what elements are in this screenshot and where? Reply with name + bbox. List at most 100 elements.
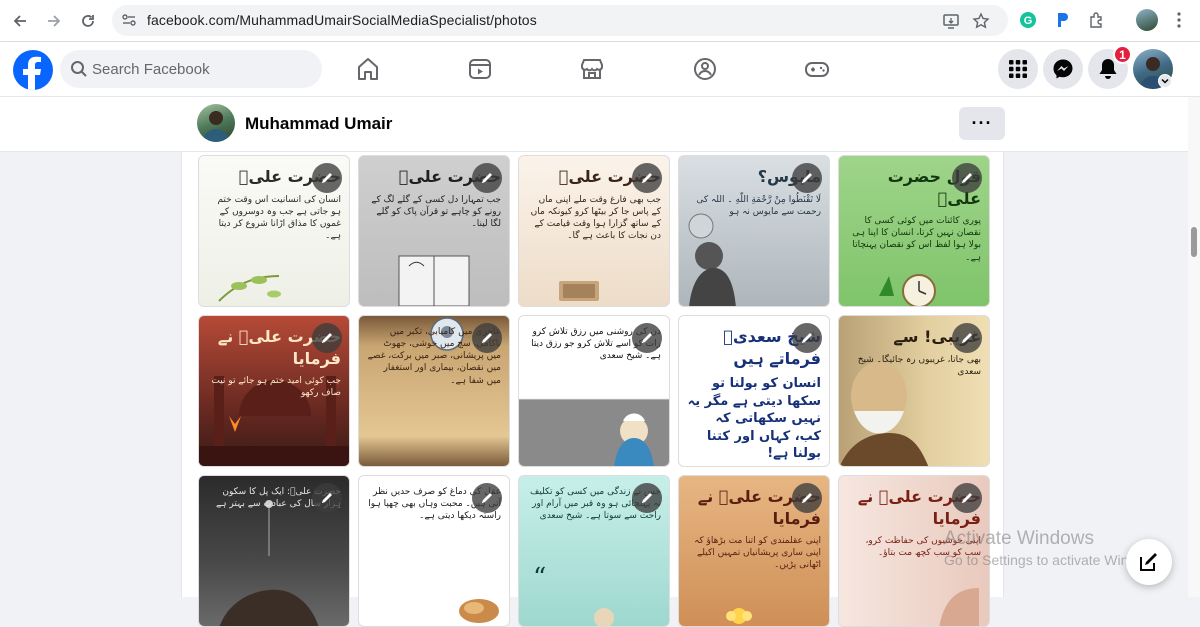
marketplace-tab[interactable] bbox=[578, 55, 606, 83]
photo-tile[interactable]: حضرت علیؑ نے فرمایا اپنی خوشیوں کی حفاظت … bbox=[838, 475, 990, 627]
video-tab[interactable] bbox=[466, 55, 494, 83]
edit-photo-button[interactable] bbox=[632, 163, 662, 193]
more-options-button[interactable]: ··· bbox=[959, 107, 1005, 140]
forward-button[interactable] bbox=[41, 8, 67, 34]
photo-tile[interactable]: شیخ سعدیؒ فرماتے ہیں انسان کو بولنا تو سک… bbox=[678, 315, 830, 467]
address-bar[interactable]: facebook.com/MuhammadUmairSocialMediaSpe… bbox=[112, 5, 1008, 36]
facebook-header: 1 bbox=[0, 42, 1200, 97]
reload-icon bbox=[82, 15, 94, 27]
groups-icon bbox=[694, 58, 716, 80]
pencil-icon bbox=[642, 173, 652, 183]
search-icon bbox=[71, 61, 87, 77]
url-text[interactable]: facebook.com/MuhammadUmairSocialMediaSpe… bbox=[147, 12, 537, 28]
photos-grid: حضرت علیؑ انسان کی انسانیت اس وقت ختم ہو … bbox=[181, 152, 1004, 627]
photo-tile[interactable]: دن کی روشنی میں رزق تلاش کرو رات کو اسے … bbox=[518, 315, 670, 467]
site-settings-icon[interactable] bbox=[120, 11, 138, 29]
photo-tile[interactable]: حضرت علیؑ نے فرمایا جب کوئی امید ختم ہو ج… bbox=[198, 315, 350, 467]
photo-tile[interactable]: “جس نے زندگی میں کسی کو تکلیف نہ پہنچائی… bbox=[518, 475, 670, 627]
browser-toolbar: facebook.com/MuhammadUmairSocialMediaSpe… bbox=[0, 0, 1200, 42]
photo-body-text: جب تمہارا دل کسی کے گلے لگ کے رونے کو چا… bbox=[371, 194, 501, 229]
photo-tile[interactable]: عاجزی میں کامیابی، تکبر میں ناکامی، سچ م… bbox=[358, 315, 510, 467]
photo-body-text: جب بھی فارغ وقت ملے اپنی ماں کے پاس جا ک… bbox=[530, 194, 661, 242]
groups-tab[interactable] bbox=[691, 55, 719, 83]
pencil-icon bbox=[322, 333, 332, 343]
photo-tile[interactable]: عقل کی دماغ کو صرف حدیں نظر آتی ہیں۔ محب… bbox=[358, 475, 510, 627]
search-input[interactable] bbox=[92, 50, 312, 88]
messenger-icon bbox=[1053, 59, 1073, 79]
photo-body-text: جب کوئی امید ختم ہو جائے تو نیت صاف رکھو bbox=[211, 376, 341, 399]
marketplace-icon bbox=[581, 59, 603, 79]
edit-photo-button[interactable] bbox=[312, 483, 342, 513]
bookmark-star-icon[interactable] bbox=[971, 11, 991, 31]
pencil-icon bbox=[962, 173, 972, 183]
menu-button[interactable] bbox=[998, 49, 1038, 89]
account-chevron[interactable] bbox=[1158, 74, 1172, 88]
video-icon bbox=[469, 59, 491, 79]
home-tab[interactable] bbox=[354, 55, 382, 83]
photo-body-text: اپنی عقلمندی کو اتنا مت بڑھاؤ کہ اپنی سا… bbox=[694, 536, 821, 571]
browser-profile-avatar[interactable] bbox=[1136, 9, 1158, 31]
arrow-left-icon bbox=[13, 15, 26, 27]
pencil-icon bbox=[322, 173, 332, 183]
reload-button[interactable] bbox=[75, 8, 101, 34]
pencil-icon bbox=[802, 173, 812, 183]
photo-body-text: بھی جاتا، غریبوں رہ جائیگا۔ شیخ سعدی bbox=[857, 354, 981, 377]
edit-photo-button[interactable] bbox=[312, 163, 342, 193]
edit-photo-button[interactable] bbox=[632, 323, 662, 353]
edit-photo-button[interactable] bbox=[472, 323, 502, 353]
profile-avatar[interactable] bbox=[197, 104, 235, 142]
gaming-icon bbox=[805, 62, 829, 77]
photo-body-text: انسان کی انسانیت اس وقت ختم ہو جاتی ہے ج… bbox=[217, 194, 341, 242]
photo-body-text: پوری کائنات میں کوئی کسی کا نقصان نہیں ک… bbox=[852, 216, 981, 263]
edit-photo-button[interactable] bbox=[792, 163, 822, 193]
pencil-icon bbox=[962, 333, 972, 343]
new-message-button[interactable] bbox=[1126, 539, 1172, 585]
pencil-icon bbox=[482, 493, 492, 503]
pencil-icon bbox=[642, 493, 652, 503]
scrollbar-thumb[interactable] bbox=[1191, 227, 1197, 257]
edit-photo-button[interactable] bbox=[952, 483, 982, 513]
search-box[interactable] bbox=[60, 50, 322, 88]
pencil-icon bbox=[962, 493, 972, 503]
edit-photo-button[interactable] bbox=[792, 483, 822, 513]
edit-photo-button[interactable] bbox=[472, 483, 502, 513]
photo-tile[interactable]: حضرت علیؑ جب تمہارا دل کسی کے گلے لگ کے ر… bbox=[358, 155, 510, 307]
edit-photo-button[interactable] bbox=[632, 483, 662, 513]
photo-tile[interactable]: قول حضرت علیؑ پوری کائنات میں کوئی کسی کا… bbox=[838, 155, 990, 307]
pencil-icon bbox=[482, 173, 492, 183]
photo-body-text: لَا تَقْنَطُوا مِنْ رَّحْمَةِ اللّٰهِ ۔ … bbox=[696, 194, 821, 217]
photo-tile[interactable]: مایوس؟ لَا تَقْنَطُوا مِنْ رَّحْمَةِ اللّ… bbox=[678, 155, 830, 307]
photo-tile[interactable]: حضرت علیؑ انسان کی انسانیت اس وقت ختم ہو … bbox=[198, 155, 350, 307]
extensions-puzzle-icon[interactable] bbox=[1086, 9, 1108, 31]
photo-tile[interactable]: غریبی! سے بھی جاتا، غریبوں رہ جائیگا۔ شیخ… bbox=[838, 315, 990, 467]
chevron-down-icon bbox=[1161, 78, 1169, 84]
edit-photo-button[interactable] bbox=[952, 323, 982, 353]
edit-photo-button[interactable] bbox=[472, 163, 502, 193]
photo-tile[interactable]: حضرت علیؑ جب بھی فارغ وقت ملے اپنی ماں کے… bbox=[518, 155, 670, 307]
extension-b-icon[interactable] bbox=[1052, 9, 1074, 31]
browser-menu-icon[interactable] bbox=[1168, 9, 1190, 31]
install-app-icon[interactable] bbox=[941, 11, 961, 31]
edit-photo-button[interactable] bbox=[792, 323, 822, 353]
grammarly-extension-icon[interactable]: G bbox=[1017, 9, 1039, 31]
edit-photo-button[interactable] bbox=[952, 163, 982, 193]
compose-icon bbox=[1140, 553, 1157, 571]
svg-text:G: G bbox=[1024, 15, 1033, 27]
page-scrollbar[interactable] bbox=[1188, 97, 1200, 597]
edit-photo-button[interactable] bbox=[312, 323, 342, 353]
gaming-tab[interactable] bbox=[803, 55, 831, 83]
messenger-button[interactable] bbox=[1043, 49, 1083, 89]
svg-text:“: “ bbox=[533, 563, 546, 593]
back-button[interactable] bbox=[7, 8, 33, 34]
photo-body-text: انسان کو بولنا تو سکھا دیتی ہے مگر یہ نہ… bbox=[687, 376, 821, 462]
facebook-logo[interactable] bbox=[13, 50, 53, 90]
photo-tile[interactable]: حضرت علیؑ: ایک پل کا سکون ہزار سال کی عب… bbox=[198, 475, 350, 627]
pencil-icon bbox=[802, 333, 812, 343]
pencil-icon bbox=[802, 493, 812, 503]
photo-tile[interactable]: حضرت علیؑ نے فرمایا اپنی عقلمندی کو اتنا … bbox=[678, 475, 830, 627]
pencil-icon bbox=[322, 493, 332, 503]
profile-header: Muhammad Umair ··· bbox=[0, 97, 1200, 152]
facebook-f-icon bbox=[23, 56, 41, 90]
profile-name[interactable]: Muhammad Umair bbox=[245, 114, 392, 134]
pencil-icon bbox=[642, 333, 652, 343]
